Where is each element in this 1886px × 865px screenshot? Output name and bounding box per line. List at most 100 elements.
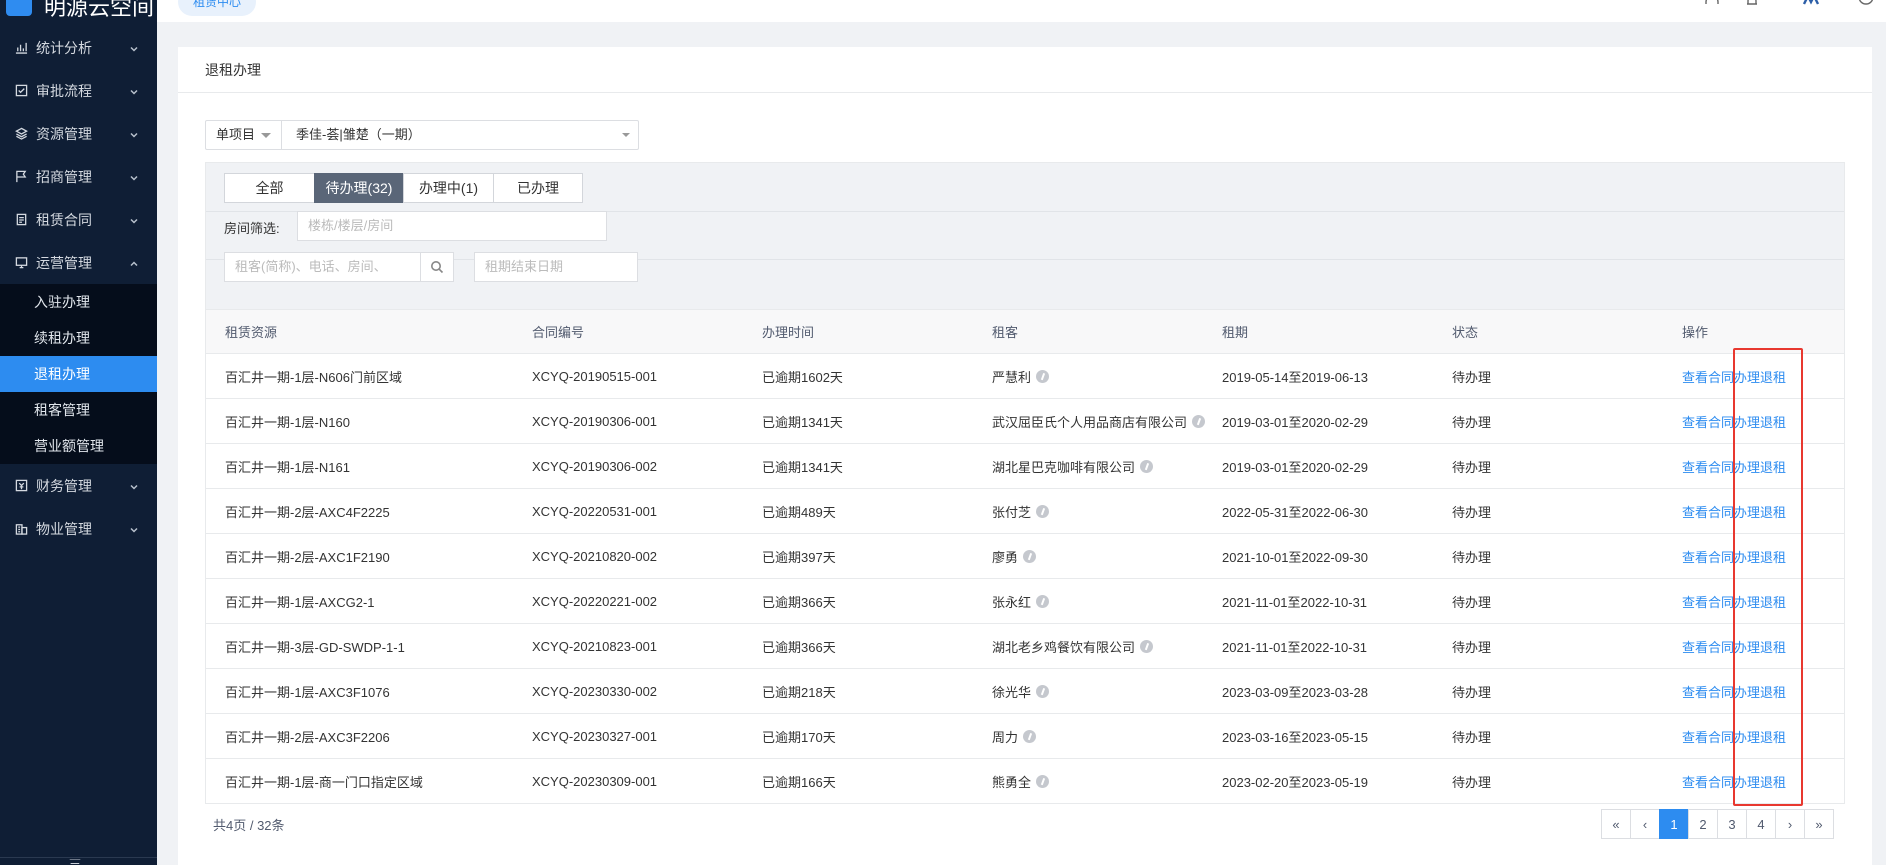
pagination-total: 共4页 / 32条 <box>213 818 285 833</box>
headset-icon[interactable] <box>1703 0 1721 10</box>
info-icon[interactable] <box>1036 774 1050 788</box>
column-header: 租赁资源 <box>225 325 278 340</box>
cell-resource: 百汇井一期-1层-N606门前区域 <box>225 369 402 385</box>
info-icon[interactable] <box>1036 504 1050 518</box>
cell-status: 待办理 <box>1452 504 1492 520</box>
menu-item-stats[interactable]: 统计分析 <box>0 26 157 69</box>
info-icon[interactable] <box>1036 369 1050 383</box>
tab-in-progress[interactable]: 办理中(1) <box>403 173 494 203</box>
cell-overdue-time: 已逾期397天 <box>762 549 836 565</box>
view-contract-link[interactable]: 查看合同 <box>1682 502 1734 521</box>
view-contract-link[interactable]: 查看合同 <box>1682 547 1734 566</box>
menu-item-property[interactable]: 物业管理 <box>0 507 157 550</box>
page-button-4[interactable]: 4 <box>1746 809 1776 839</box>
chevron-down-icon <box>129 522 141 534</box>
bell-icon[interactable] <box>1743 0 1761 10</box>
handle-checkout-link[interactable]: 办理退租 <box>1734 547 1786 566</box>
collapse-menu-icon[interactable]: 三 <box>68 859 82 865</box>
menu-item-approval[interactable]: 审批流程 <box>0 69 157 112</box>
info-icon[interactable] <box>1023 729 1037 743</box>
tenant-name: 严慧利 <box>992 369 1032 385</box>
info-icon[interactable] <box>1192 414 1206 428</box>
cell-actions: 查看合同 办理退租 <box>1682 669 1786 713</box>
chevron-up-icon <box>129 256 141 268</box>
tab-done[interactable]: 已办理 <box>493 173 583 203</box>
page-button-2[interactable]: 2 <box>1688 809 1718 839</box>
view-contract-link[interactable]: 查看合同 <box>1682 592 1734 611</box>
cell-tenant: 湖北老乡鸡餐饮有限公司 <box>992 624 1154 668</box>
cell-lease-term: 2023-02-20至2023-05-19 <box>1222 774 1368 790</box>
cell-contract-no: XCYQ-20230330-002 <box>532 683 658 699</box>
project-scope-select[interactable]: 单项目 <box>206 121 282 149</box>
column-header: 状态 <box>1452 325 1479 340</box>
view-contract-link[interactable]: 查看合同 <box>1682 727 1734 746</box>
handle-checkout-link[interactable]: 办理退租 <box>1734 592 1786 611</box>
page-button-1[interactable]: 1 <box>1659 809 1689 839</box>
handle-checkout-link[interactable]: 办理退租 <box>1734 637 1786 656</box>
tab-pending[interactable]: 待办理(32) <box>314 173 404 203</box>
info-icon[interactable] <box>1140 639 1154 653</box>
cell-status: 待办理 <box>1452 369 1492 385</box>
handle-checkout-link[interactable]: 办理退租 <box>1734 412 1786 431</box>
view-contract-link[interactable]: 查看合同 <box>1682 637 1734 656</box>
info-icon[interactable] <box>1036 594 1050 608</box>
handle-checkout-link[interactable]: 办理退租 <box>1734 457 1786 476</box>
cell-lease-term: 2022-05-31至2022-06-30 <box>1222 504 1368 520</box>
cell-overdue-time: 已逾期1341天 <box>762 414 843 430</box>
cell-overdue-time: 已逾期218天 <box>762 684 836 700</box>
menu-item-operations[interactable]: 运营管理 <box>0 241 157 284</box>
main-card: 退租办理 单项目 季佳-荟|雏楚（一期） 全部 待办理(32) 办理中(1) 已… <box>178 47 1872 865</box>
handle-checkout-link[interactable]: 办理退租 <box>1734 682 1786 701</box>
chevron-down-icon <box>129 213 141 225</box>
menu-item-resources[interactable]: 资源管理 <box>0 112 157 155</box>
tab-all[interactable]: 全部 <box>224 173 315 203</box>
sidebar-item-checkout[interactable]: 退租办理 <box>0 356 157 392</box>
sidebar-item-turnover[interactable]: 营业额管理 <box>0 428 157 464</box>
menu-item-finance[interactable]: 财务管理 <box>0 464 157 507</box>
menu-item-investment[interactable]: 招商管理 <box>0 155 157 198</box>
sidebar-item-tenants[interactable]: 租客管理 <box>0 392 157 428</box>
view-contract-link[interactable]: 查看合同 <box>1682 367 1734 386</box>
handle-checkout-link[interactable]: 办理退租 <box>1734 367 1786 386</box>
next-page-button[interactable]: › <box>1775 809 1805 839</box>
handle-checkout-link[interactable]: 办理退租 <box>1734 772 1786 791</box>
info-icon[interactable] <box>1140 459 1154 473</box>
first-page-button[interactable]: « <box>1601 809 1631 839</box>
search-button[interactable] <box>420 252 454 282</box>
last-page-button[interactable]: » <box>1804 809 1834 839</box>
page-button-3[interactable]: 3 <box>1717 809 1747 839</box>
cell-actions: 查看合同 办理退租 <box>1682 354 1786 398</box>
search-input[interactable]: 租客(简称)、电话、房间、 <box>224 252 420 282</box>
room-filter-input[interactable]: 楼栋/楼层/房间 <box>297 211 607 241</box>
sidebar-item-renewal[interactable]: 续租办理 <box>0 320 157 356</box>
avatar[interactable] <box>1857 0 1875 10</box>
column-header: 租客 <box>992 325 1019 340</box>
info-icon[interactable] <box>1036 684 1050 698</box>
info-icon[interactable] <box>1023 549 1037 563</box>
logo: 明源云空间 <box>0 0 157 22</box>
view-contract-link[interactable]: 查看合同 <box>1682 457 1734 476</box>
cell-status: 待办理 <box>1452 729 1492 745</box>
menu-item-lease-contract[interactable]: 租赁合同 <box>0 198 157 241</box>
center-tag[interactable]: 租赁中心 <box>178 0 256 16</box>
handle-checkout-link[interactable]: 办理退租 <box>1734 727 1786 746</box>
handle-checkout-link[interactable]: 办理退租 <box>1734 502 1786 521</box>
lease-end-date-input[interactable]: 租期结束日期 <box>474 252 638 282</box>
chevron-down-icon <box>129 84 141 96</box>
sidebar-item-checkin[interactable]: 入驻办理 <box>0 284 157 320</box>
cell-contract-no: XCYQ-20230327-001 <box>532 728 658 744</box>
view-contract-link[interactable]: 查看合同 <box>1682 682 1734 701</box>
table-row: 百汇井一期-1层-N160 XCYQ-20190306-001 已逾期1341天 武汉… <box>206 399 1844 444</box>
layers-icon <box>14 127 28 141</box>
project-selector[interactable]: 单项目 季佳-荟|雏楚（一期） <box>205 120 639 150</box>
cell-lease-term: 2021-11-01至2022-10-31 <box>1222 594 1368 610</box>
view-contract-link[interactable]: 查看合同 <box>1682 412 1734 431</box>
cell-tenant: 张付芝 <box>992 489 1050 533</box>
cell-resource: 百汇井一期-1层-N160 <box>225 414 350 430</box>
chevron-down-icon <box>129 479 141 491</box>
brand-icon[interactable] <box>1802 0 1820 10</box>
cell-status: 待办理 <box>1452 459 1492 475</box>
view-contract-link[interactable]: 查看合同 <box>1682 772 1734 791</box>
tenant-name: 熊勇全 <box>992 774 1032 790</box>
prev-page-button[interactable]: ‹ <box>1630 809 1660 839</box>
